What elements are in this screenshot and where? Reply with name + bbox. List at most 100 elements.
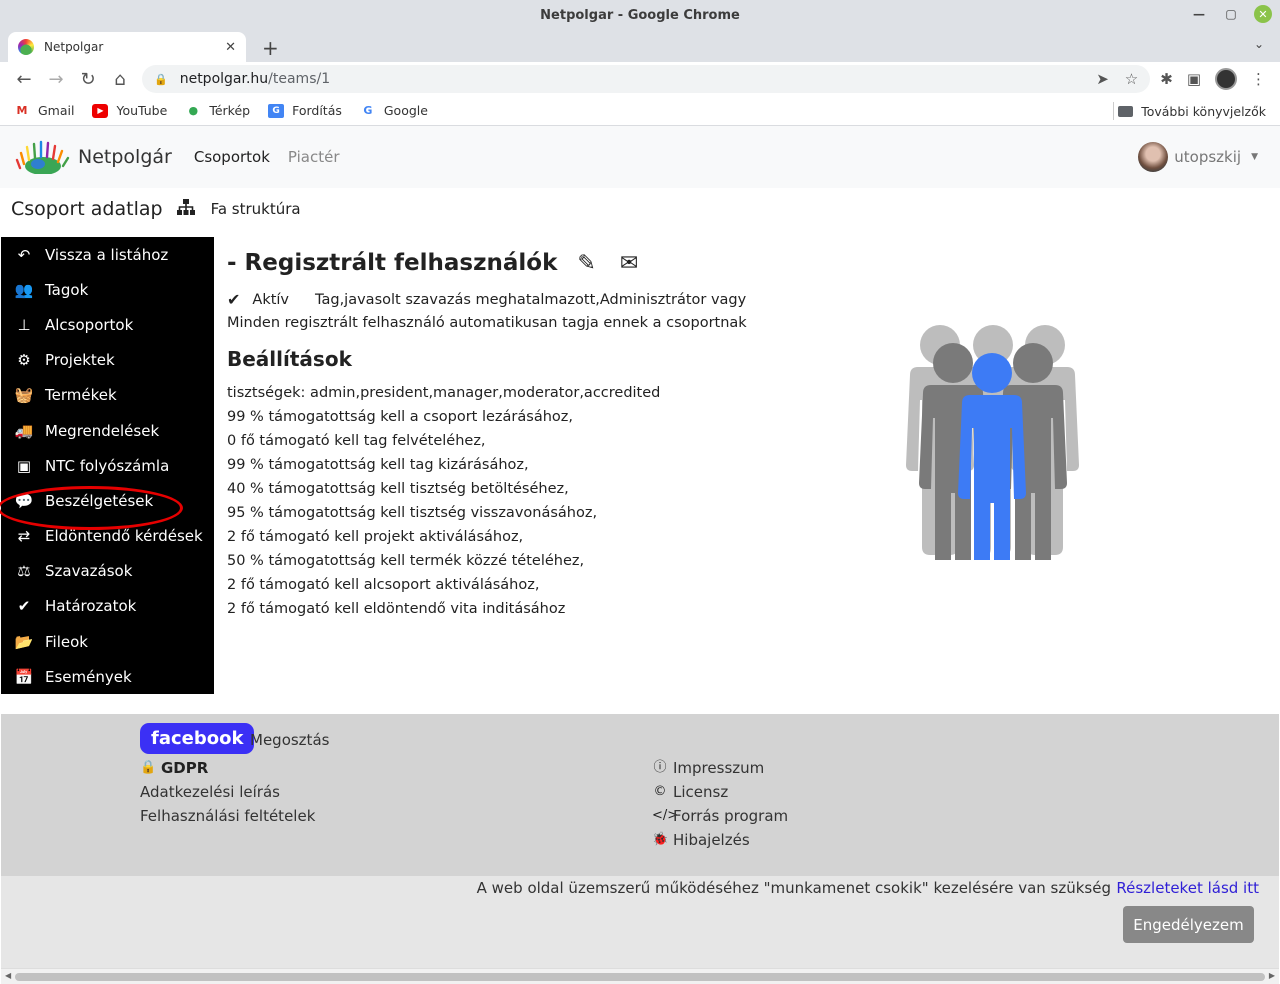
scrollbar-thumb[interactable] <box>15 973 1265 981</box>
footer-left-links: 🔒 GDPR Adatkezelési leírás Felhasználási … <box>140 756 315 828</box>
sitemap-icon[interactable] <box>176 199 195 219</box>
back-icon[interactable]: ← <box>8 69 40 90</box>
sidebar-item-decisions[interactable]: ✔ Határozatok <box>1 589 214 624</box>
envelope-icon[interactable]: ✉ <box>620 251 638 276</box>
reload-icon[interactable]: ↻ <box>72 69 104 90</box>
code-icon: </> <box>652 808 679 823</box>
cogs-icon: ⚙ <box>17 351 31 370</box>
horizontal-scrollbar[interactable]: ◀ ▶ <box>1 968 1279 984</box>
footer-right-links: ⓘ Impresszum © Licensz </> Forrás program 🐞… <box>652 756 788 852</box>
bookmark-star-icon[interactable]: ☆ <box>1125 70 1138 88</box>
sidebar-item-account[interactable]: ▣ NTC folyószámla <box>1 448 214 483</box>
privacy-link[interactable]: Adatkezelési leírás <box>140 780 315 804</box>
browser-tab[interactable]: Netpolgar ✕ <box>8 32 246 62</box>
comments-icon: 💬 <box>14 491 34 510</box>
nav-link-groups[interactable]: Csoportok <box>194 148 270 166</box>
user-menu[interactable]: utopszkij ▼ <box>1138 142 1258 172</box>
source-code-link[interactable]: </> Forrás program <box>652 804 788 828</box>
address-bar[interactable]: 🔒 netpolgar.hu/teams/1 ➤ ☆ <box>142 65 1151 93</box>
users-icon: 👥 <box>14 280 34 299</box>
minimize-icon[interactable]: — <box>1190 5 1208 23</box>
facebook-share-button[interactable]: facebook <box>140 723 255 754</box>
netpolgar-logo-icon[interactable] <box>14 140 72 174</box>
settings-title: Beállítások <box>227 347 352 371</box>
sidebar-item-questions[interactable]: ⇄ Eldöntendő kérdések <box>1 519 214 554</box>
lock-icon: 🔒 <box>140 760 157 775</box>
bookmark-youtube[interactable]: ▶ YouTube <box>92 103 167 118</box>
other-bookmarks-label: További könyvjelzők <box>1141 104 1266 119</box>
browser-toolbar: ← → ↻ ⌂ 🔒 netpolgar.hu/teams/1 ➤ ☆ ✱ ▣ ⋮ <box>0 62 1280 96</box>
gdpr-link[interactable]: 🔒 GDPR <box>140 756 315 780</box>
sidebar-item-label: Megrendelések <box>45 421 160 440</box>
bug-report-link[interactable]: 🐞 Hibajelzés <box>652 828 788 852</box>
check-icon: ✔ <box>17 597 31 616</box>
send-icon[interactable]: ➤ <box>1096 70 1109 88</box>
sidebar-item-products[interactable]: 🧺 Termékek <box>1 378 214 413</box>
back-arrow-icon: ↶ <box>17 245 31 264</box>
extensions-icon[interactable]: ✱ <box>1160 70 1173 88</box>
list-item: 95 % támogatottság kell tisztség visszav… <box>227 505 598 521</box>
bookmark-google[interactable]: G Google <box>360 103 428 118</box>
scroll-right-icon[interactable]: ▶ <box>1269 971 1275 980</box>
sidebar-item-members[interactable]: 👥 Tagok <box>1 272 214 307</box>
bookmark-translate[interactable]: G Fordítás <box>268 103 342 118</box>
close-tab-icon[interactable]: ✕ <box>225 40 236 55</box>
terms-link[interactable]: Felhasználási feltételek <box>140 804 315 828</box>
bookmark-label: Fordítás <box>292 103 342 118</box>
sidebar-item-back[interactable]: ↶ Vissza a listához <box>1 237 214 272</box>
home-icon[interactable]: ⌂ <box>104 69 136 90</box>
sidebar-item-label: Projektek <box>45 351 115 370</box>
calendar-icon: 📅 <box>14 667 34 686</box>
group-people-illustration <box>906 325 1079 560</box>
status-text: Aktív <box>252 291 290 308</box>
sidebar-item-polls[interactable]: ⚖ Szavazások <box>1 554 214 589</box>
bookmark-maps[interactable]: ● Térkép <box>185 103 251 118</box>
sidebar-item-orders[interactable]: 🚚 Megrendelések <box>1 413 214 448</box>
bookmark-gmail[interactable]: M Gmail <box>14 103 75 118</box>
accept-cookies-button[interactable]: Engedélyezem <box>1123 906 1254 943</box>
forward-icon[interactable]: → <box>40 69 72 90</box>
info-icon: ⓘ <box>653 760 667 775</box>
footer-link-label: GDPR <box>161 759 209 777</box>
group-heading: - Regisztrált felhasználók ✎ ✉ <box>227 244 827 282</box>
sidebar-item-events[interactable]: 📅 Események <box>1 659 214 694</box>
window-title: Netpolgar - Google Chrome <box>540 7 740 23</box>
nav-link-marketplace[interactable]: Piactér <box>288 148 340 166</box>
tree-structure-link[interactable]: Fa struktúra <box>211 200 301 218</box>
sidebar-item-label: Alcsoportok <box>45 315 134 334</box>
sidebar-item-files[interactable]: 📂 Fileok <box>1 624 214 659</box>
username: utopszkij <box>1174 148 1242 166</box>
tab-strip: Netpolgar ✕ + ⌄ <box>0 30 1280 62</box>
settings-list: tisztségek: admin,president,manager,mode… <box>227 381 827 621</box>
close-window-icon[interactable]: ✕ <box>1254 5 1272 23</box>
browser-menu-icon[interactable]: ⋮ <box>1251 70 1266 88</box>
sidebar-item-label: Szavazások <box>45 562 133 581</box>
brand-name[interactable]: Netpolgár <box>78 146 172 168</box>
sidebar-item-label: Fileok <box>45 632 88 651</box>
tab-search-chevron-icon[interactable]: ⌄ <box>1254 37 1264 51</box>
profile-icon[interactable] <box>1215 68 1237 90</box>
list-item: tisztségek: admin,president,manager,mode… <box>227 385 661 401</box>
license-link[interactable]: © Licensz <box>652 780 788 804</box>
list-item: 50 % támogatottság kell termék közzé tét… <box>227 553 585 569</box>
lock-icon[interactable]: 🔒 <box>154 73 168 86</box>
other-bookmarks[interactable]: További könyvjelzők <box>1118 104 1266 119</box>
scroll-left-icon[interactable]: ◀ <box>5 971 11 980</box>
impressum-link[interactable]: ⓘ Impresszum <box>652 756 788 780</box>
list-item: 99 % támogatottság kell tag kizárásához, <box>227 457 529 473</box>
side-panel-icon[interactable]: ▣ <box>1187 70 1201 88</box>
list-item: 99 % támogatottság kell a csoport lezárá… <box>227 409 573 425</box>
caret-down-icon: ▼ <box>1251 152 1258 162</box>
folder-open-icon: 📂 <box>14 632 34 651</box>
edit-icon[interactable]: ✎ <box>577 251 595 276</box>
page-header: Csoport adatlap Fa struktúra <box>0 188 1280 230</box>
sidebar-item-subgroups[interactable]: ⊥ Alcsoportok <box>1 307 214 342</box>
maximize-icon[interactable]: ▢ <box>1222 5 1240 23</box>
sidebar-item-projects[interactable]: ⚙ Projektek <box>1 343 214 378</box>
sidebar-item-discussions[interactable]: 💬 Beszélgetések <box>1 483 214 518</box>
cookie-details-link[interactable]: Részleteket lásd itt <box>1116 879 1259 897</box>
bookmarks-divider <box>1113 102 1114 120</box>
list-item: 2 fő támogató kell alcsoport aktiválásáh… <box>227 577 540 593</box>
role-text: Tag,javasolt szavazás meghatalmazott,Adm… <box>315 291 747 308</box>
new-tab-icon[interactable]: + <box>262 36 279 60</box>
